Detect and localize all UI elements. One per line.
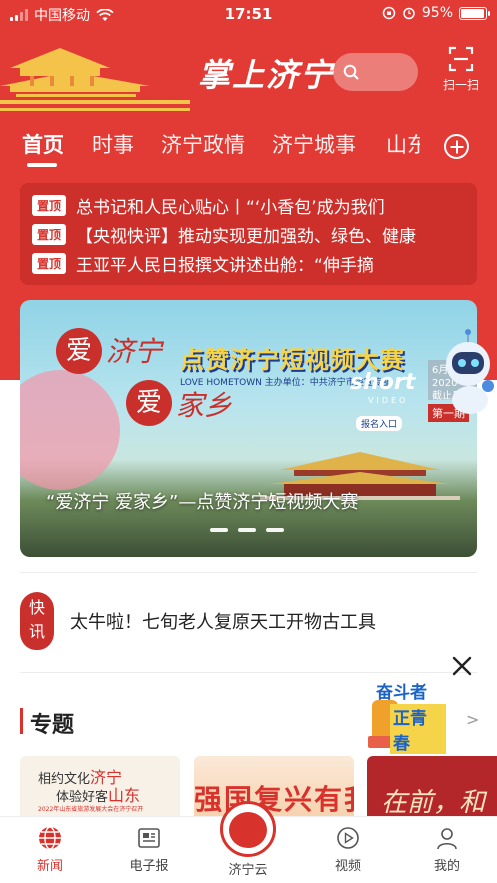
- scan-button[interactable]: 扫一扫: [440, 46, 482, 93]
- banner-seal: 爱: [56, 328, 102, 374]
- app-logo: 掌上济宁: [198, 56, 335, 94]
- pinned-badge: 置顶: [32, 252, 67, 274]
- pinned-item[interactable]: 置顶 【央视快评】推动实现更加强劲、绿色、健康: [32, 220, 472, 248]
- bottom-nav: 新闻 电子报 济宁云 视频 我的: [0, 801, 497, 883]
- topic-card[interactable]: 在前，和: [367, 756, 497, 816]
- section-accent-bar: [20, 708, 23, 734]
- pinned-headline: 总书记和人民心贴心丨“‘小香包’成为我们: [76, 197, 385, 218]
- nav-news[interactable]: 新闻: [10, 825, 90, 874]
- nav-label: 新闻: [36, 859, 63, 874]
- close-icon[interactable]: [450, 654, 474, 678]
- nav-label: 视频: [334, 859, 361, 874]
- banner-decoration: [20, 370, 120, 490]
- divider: [20, 672, 477, 673]
- scan-icon: [448, 46, 474, 72]
- promo-banner[interactable]: 爱 济宁 爱 家乡 点赞济宁短视频大赛 LOVE HOMETOWN 主办单位：中…: [20, 300, 477, 557]
- scan-label: 扫一扫: [442, 78, 479, 92]
- pinned-headline: 【央视快评】推动实现更加强劲、绿色、健康: [76, 226, 417, 247]
- card-title: 强国复兴有我: [194, 783, 354, 816]
- flash-badge-char: 快: [28, 598, 45, 617]
- flash-badge-char: 讯: [28, 622, 45, 641]
- tab-jining-politics[interactable]: 济宁政情: [161, 129, 245, 159]
- nav-label: 电子报: [129, 859, 169, 874]
- tab-current-affairs[interactable]: 时事: [92, 129, 134, 159]
- newspaper-icon: [138, 828, 160, 848]
- tab-home[interactable]: 首页: [22, 129, 64, 159]
- nav-label: 济宁云: [228, 863, 268, 878]
- promo-line2: 正青春: [390, 704, 446, 754]
- topics-title: 专题: [30, 713, 75, 738]
- nav-video[interactable]: 视频: [308, 825, 388, 874]
- pinned-headline: 王亚平人民日报撰文讲述出舱：“伸手摘: [76, 255, 374, 276]
- banner-seal: 爱: [126, 380, 172, 426]
- tab-jining-city[interactable]: 济宁城事: [272, 129, 356, 159]
- flash-news-badge: 快 讯: [20, 592, 54, 650]
- alarm-icon: [403, 7, 415, 20]
- youth-promo-badge[interactable]: 奋斗者 正青春: [368, 676, 446, 754]
- tab-shandong[interactable]: 山东: [386, 129, 420, 159]
- banner-text: 济宁: [106, 335, 163, 368]
- flash-news-headline[interactable]: 太牛啦！七旬老人复原天工开物古工具: [70, 608, 376, 634]
- short-video-logo: short: [350, 370, 416, 395]
- topics-more-button[interactable]: >: [466, 710, 479, 729]
- nav-mine[interactable]: 我的: [407, 825, 487, 874]
- topic-card[interactable]: 强国复兴有我: [194, 756, 354, 816]
- search-icon: [343, 64, 359, 80]
- banner-caption: “爱济宁 爱家乡”—点赞济宁短视频大赛: [46, 492, 359, 513]
- pinned-item[interactable]: 置顶 总书记和人民心贴心丨“‘小香包’成为我们: [32, 191, 472, 219]
- user-icon: [437, 828, 457, 850]
- banner-text: 家乡: [176, 389, 233, 422]
- pinned-item[interactable]: 置顶 王亚平人民日报撰文讲述出舱：“伸手摘: [32, 249, 472, 277]
- signup-entry: 报名入口: [356, 416, 403, 431]
- globe-icon: [39, 826, 61, 850]
- status-bar: 中国移动 17:51 95%: [0, 0, 497, 28]
- cloud-icon: [229, 812, 267, 848]
- pinned-headlines: 置顶 总书记和人民心贴心丨“‘小香包’成为我们 置顶 【央视快评】推动实现更加强…: [20, 183, 477, 285]
- promo-line1: 奋斗者: [376, 683, 427, 703]
- divider: [20, 572, 477, 573]
- channel-tabs: 首页 时事 济宁政情 济宁城事 山东: [0, 125, 497, 167]
- pinned-badge: 置顶: [32, 194, 67, 216]
- pinned-badge: 置顶: [32, 223, 67, 245]
- add-channel-icon[interactable]: [444, 134, 469, 159]
- robot-assistant-icon[interactable]: [438, 322, 497, 422]
- topic-card[interactable]: 相约文化济宁 体验好客山东 2022年山东省旅游发展大会在济宁召开: [20, 756, 180, 816]
- card-caption: 2022年山东省旅游发展大会在济宁召开: [38, 806, 144, 813]
- battery-percent: 95%: [421, 5, 453, 21]
- active-tab-indicator: [27, 163, 57, 167]
- card-line: 体验好客山东: [56, 786, 141, 805]
- battery-icon: [459, 6, 490, 20]
- nav-epaper[interactable]: 电子报: [109, 825, 189, 874]
- palace-illustration: [0, 48, 190, 111]
- card-title: 在前，和: [381, 788, 486, 816]
- nav-label: 我的: [433, 859, 460, 874]
- search-box[interactable]: [333, 53, 418, 91]
- play-icon: [337, 827, 359, 849]
- short-video-sub: VIDEO: [368, 396, 409, 405]
- orientation-lock-icon: [382, 6, 396, 20]
- carousel-dots: [210, 528, 284, 532]
- nav-cloud[interactable]: [220, 801, 276, 857]
